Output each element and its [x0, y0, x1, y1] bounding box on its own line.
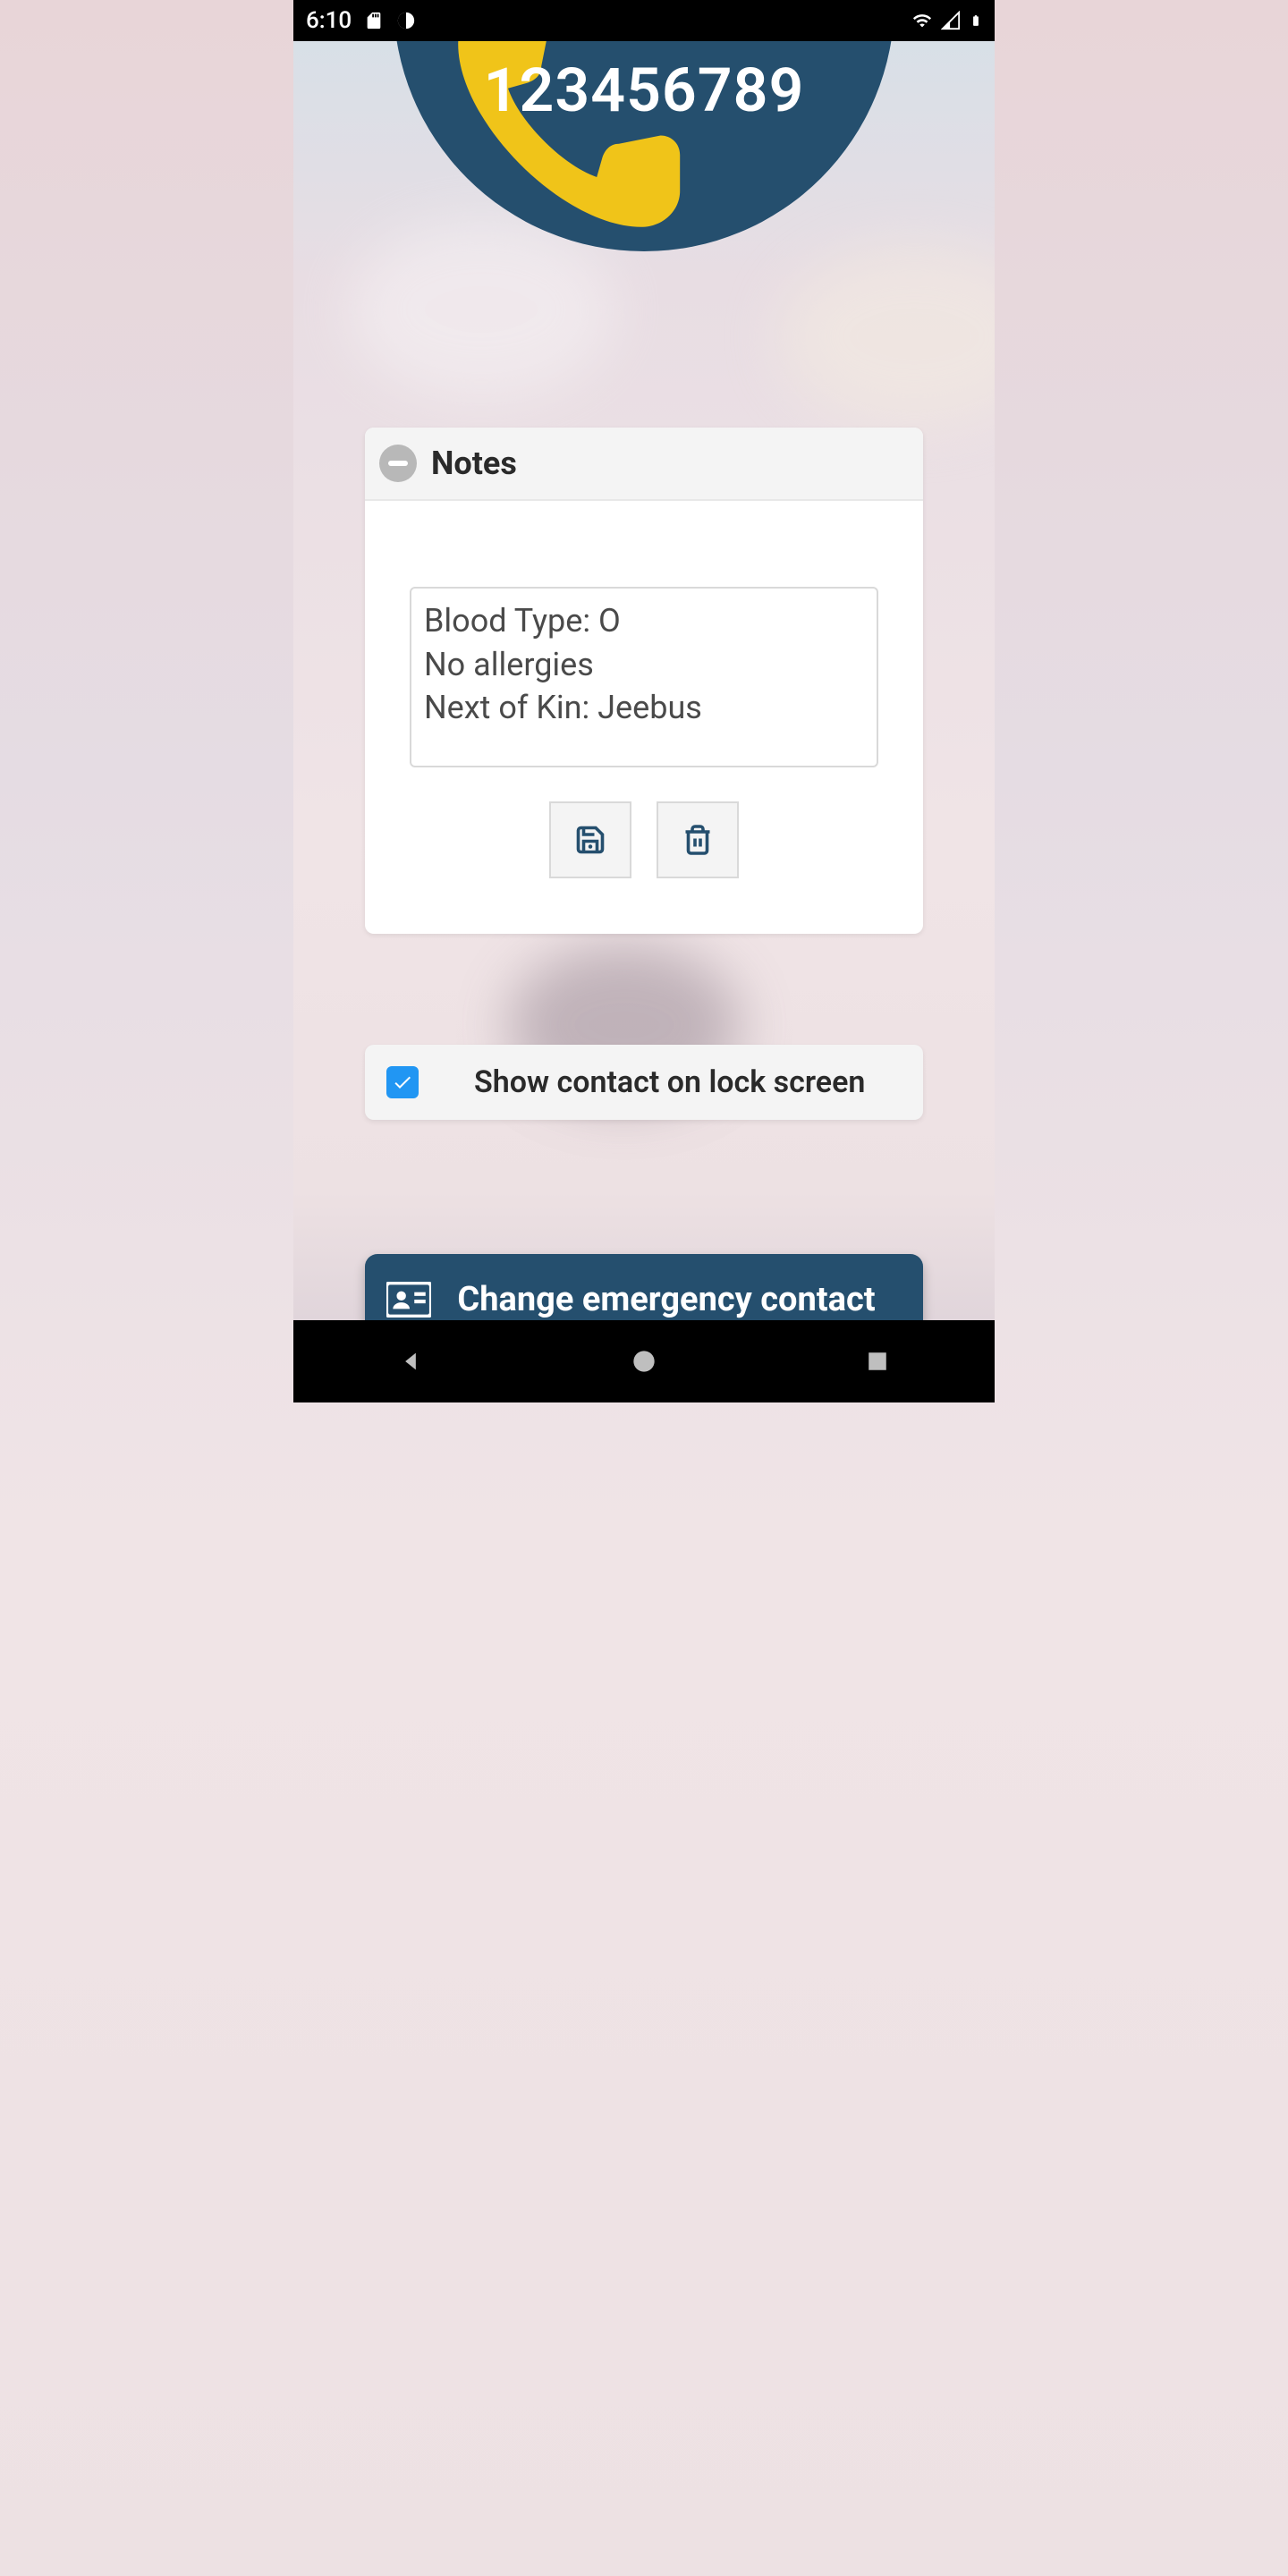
check-icon	[392, 1072, 413, 1093]
status-left: 6:10	[306, 7, 416, 34]
app-status-icon	[396, 11, 416, 30]
notes-actions	[410, 801, 878, 878]
change-contact-button[interactable]: Change emergency contact	[365, 1254, 923, 1320]
notes-title: Notes	[431, 445, 517, 482]
bg-decoration	[780, 247, 995, 426]
collapse-icon[interactable]	[379, 445, 417, 482]
notes-header[interactable]: Notes	[365, 428, 923, 501]
notes-card: Notes	[365, 428, 923, 934]
recents-button[interactable]	[824, 1335, 931, 1388]
wifi-icon	[912, 11, 932, 30]
clock: 6:10	[306, 7, 352, 34]
contact-number: 123456789	[484, 55, 805, 126]
home-button[interactable]	[590, 1335, 698, 1388]
lockscreen-toggle-card[interactable]: Show contact on lock screen	[365, 1045, 923, 1120]
minus-icon	[388, 461, 408, 466]
notes-body	[365, 501, 923, 878]
navigation-bar	[293, 1320, 995, 1402]
lockscreen-checkbox[interactable]	[386, 1066, 419, 1098]
lockscreen-label: Show contact on lock screen	[474, 1064, 865, 1100]
back-button[interactable]	[357, 1335, 464, 1388]
notes-input[interactable]	[410, 587, 878, 767]
contact-avatar[interactable]: 123456789	[394, 41, 894, 251]
sd-card-icon	[364, 11, 384, 30]
status-bar: 6:10	[293, 0, 995, 41]
status-right	[912, 11, 982, 30]
content-area: 123456789 Notes	[293, 41, 995, 1320]
battery-icon	[970, 11, 982, 30]
cell-signal-icon	[941, 11, 961, 30]
trash-icon	[682, 824, 714, 856]
delete-button[interactable]	[657, 801, 739, 878]
change-contact-label: Change emergency contact	[431, 1280, 902, 1319]
home-icon	[631, 1349, 657, 1374]
save-button[interactable]	[549, 801, 631, 878]
back-icon	[398, 1349, 423, 1374]
device-frame: 6:10 123456789 Note	[293, 0, 995, 1402]
contact-card-icon	[386, 1282, 431, 1318]
recents-icon	[866, 1350, 889, 1373]
save-icon	[574, 824, 606, 856]
